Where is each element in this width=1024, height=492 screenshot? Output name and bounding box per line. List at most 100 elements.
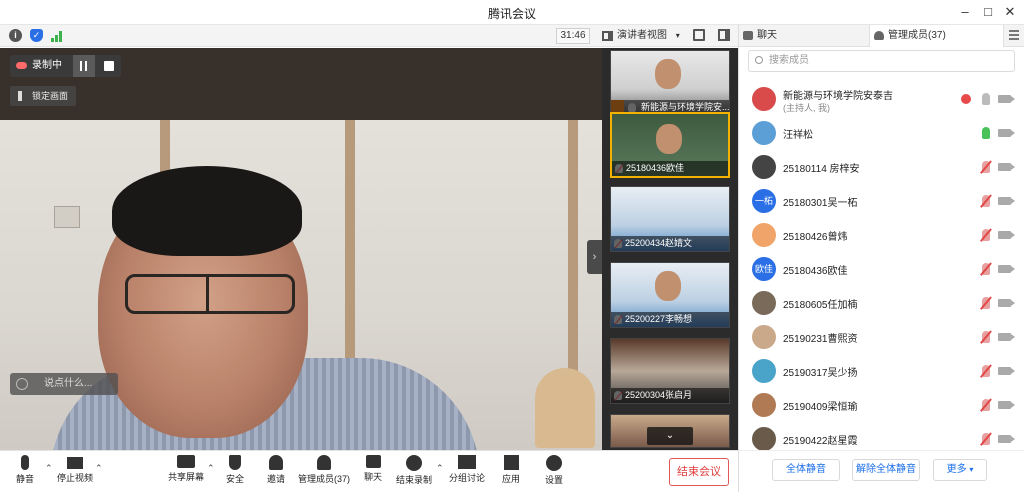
- chevron-up-icon[interactable]: ⌃: [207, 463, 215, 474]
- chat-button[interactable]: 聊天: [361, 455, 385, 483]
- member-row[interactable]: 25190317吴少扬: [739, 354, 1024, 388]
- more-button[interactable]: 更多 ▾: [933, 459, 987, 481]
- camera-icon[interactable]: [998, 435, 1015, 443]
- member-row[interactable]: 新能源与环境学院安泰吉 (主持人, 我): [739, 82, 1024, 116]
- member-name: 25180426曾炜: [783, 232, 848, 243]
- fullscreen-icon[interactable]: [693, 29, 705, 41]
- camera-icon[interactable]: [998, 299, 1015, 307]
- shield-icon[interactable]: ✓: [30, 29, 43, 42]
- recording-label: 录制中: [32, 60, 62, 71]
- microphone-icon: [21, 455, 29, 470]
- collapse-strip-button[interactable]: ›: [587, 240, 602, 274]
- chevron-up-icon[interactable]: ⌃: [45, 463, 53, 474]
- tab-members[interactable]: 管理成员(37): [869, 25, 1004, 47]
- chevron-up-icon[interactable]: ⌃: [95, 463, 103, 474]
- end-meeting-button[interactable]: 结束会议: [669, 458, 729, 486]
- microphone-icon[interactable]: [982, 93, 990, 105]
- meeting-toolbar: 静音 ⌃ 停止视频 ⌃ 共享屏幕 ⌃ 安全 邀请 管理成员(37) 聊天 结束录…: [0, 450, 738, 492]
- mic-muted-icon[interactable]: [982, 331, 990, 343]
- member-row[interactable]: 25190231曹熙资: [739, 320, 1024, 354]
- chat-input[interactable]: 说点什么...: [10, 373, 118, 395]
- participant-thumbnail[interactable]: 25180436欧佳: [610, 112, 730, 178]
- camera-icon[interactable]: [998, 95, 1015, 103]
- stop-recording-tool-button[interactable]: 结束录制: [395, 455, 433, 486]
- signal-icon[interactable]: [51, 30, 64, 42]
- mic-muted-icon[interactable]: [982, 433, 990, 445]
- camera-icon[interactable]: [998, 231, 1015, 239]
- camera-icon[interactable]: [998, 129, 1015, 137]
- mute-all-button[interactable]: 全体静音: [772, 459, 840, 481]
- mic-muted-icon[interactable]: [982, 229, 990, 241]
- meeting-timer: 31:46: [556, 28, 590, 44]
- member-row[interactable]: 欧佳 25180436欧佳: [739, 252, 1024, 286]
- member-row[interactable]: 25190409梁恒瑜: [739, 388, 1024, 422]
- apps-label: 应用: [501, 474, 520, 484]
- search-placeholder: 搜索成员: [769, 55, 809, 66]
- apps-button[interactable]: 应用: [499, 455, 523, 485]
- member-row[interactable]: 一柘 25180301吴一柘: [739, 184, 1024, 218]
- invite-label: 邀请: [266, 474, 285, 484]
- sidebar-toggle-icon[interactable]: [718, 29, 730, 41]
- member-row[interactable]: 25180605任加楠: [739, 286, 1024, 320]
- chevron-up-icon[interactable]: ⌃: [436, 463, 444, 474]
- lock-view-label: 锁定画面: [32, 91, 69, 101]
- pin-icon: [18, 91, 22, 101]
- member-row[interactable]: 汪祥松: [739, 116, 1024, 150]
- view-selector[interactable]: 演讲者视图 ▾: [601, 28, 680, 44]
- gear-icon: [546, 455, 562, 471]
- invite-button[interactable]: 邀请: [263, 455, 289, 485]
- camera-icon[interactable]: [998, 197, 1015, 205]
- scroll-down-button[interactable]: ⌄: [647, 427, 693, 445]
- info-icon[interactable]: i: [9, 29, 22, 42]
- mic-muted-icon[interactable]: [982, 297, 990, 309]
- main-video[interactable]: 录制中 锁定画面 说点什么...: [0, 48, 602, 450]
- share-screen-button[interactable]: 共享屏幕: [168, 455, 204, 483]
- participant-silhouette: [655, 59, 681, 89]
- stop-video-button[interactable]: 停止视频: [56, 455, 94, 484]
- close-icon[interactable]: ✕: [1000, 3, 1020, 21]
- member-search-input[interactable]: 搜索成员: [748, 50, 1015, 72]
- security-button[interactable]: 安全: [223, 455, 247, 485]
- mic-muted-icon[interactable]: [982, 263, 990, 275]
- participant-thumbnail[interactable]: 25200434赵婧文: [610, 186, 730, 252]
- emoji-icon[interactable]: [16, 378, 28, 390]
- participant-silhouette: [655, 271, 681, 301]
- member-row[interactable]: 25180426曾炜: [739, 218, 1024, 252]
- mic-muted-icon[interactable]: [982, 161, 990, 173]
- users-icon: [317, 455, 331, 470]
- member-row[interactable]: 25180114 房梓安: [739, 150, 1024, 184]
- camera-icon[interactable]: [998, 401, 1015, 409]
- participant-thumbnail[interactable]: 25200227李畅想: [610, 262, 730, 328]
- lock-view-button[interactable]: 锁定画面: [10, 86, 77, 106]
- avatar: [752, 87, 776, 111]
- member-name: 25180301吴一柘: [783, 198, 858, 209]
- stop-recording-button[interactable]: [98, 55, 120, 77]
- meeting-info-bar: i ✓ 31:46 演讲者视图 ▾: [0, 25, 738, 47]
- cloud-record-icon: [16, 62, 27, 69]
- manage-members-button[interactable]: 管理成员(37): [298, 455, 350, 485]
- participant-thumbnail[interactable]: 25200304张启月: [610, 338, 730, 404]
- mute-button[interactable]: 静音: [12, 455, 38, 485]
- camera-icon[interactable]: [998, 333, 1015, 341]
- mic-muted-icon[interactable]: [982, 399, 990, 411]
- microphone-icon[interactable]: [982, 127, 990, 139]
- members-panel: 聊天 管理成员(37) 搜索成员 新能源与环境学院安泰吉 (主持人, 我) 汪祥松 2…: [738, 25, 1024, 492]
- camera-icon[interactable]: [998, 163, 1015, 171]
- view-selector-label: 演讲者视图: [617, 30, 667, 41]
- mic-muted-icon[interactable]: [982, 195, 990, 207]
- pause-recording-button[interactable]: [73, 55, 95, 77]
- search-icon: [755, 56, 763, 64]
- camera-icon[interactable]: [998, 265, 1015, 273]
- tab-chat[interactable]: 聊天: [739, 25, 869, 47]
- minimize-icon[interactable]: –: [955, 3, 975, 21]
- settings-button[interactable]: 设置: [542, 455, 566, 486]
- mic-muted-icon[interactable]: [982, 365, 990, 377]
- menu-icon[interactable]: [1009, 30, 1019, 40]
- avatar: 欧佳: [752, 257, 776, 281]
- breakout-rooms-button[interactable]: 分组讨论: [449, 455, 485, 484]
- camera-icon[interactable]: [998, 367, 1015, 375]
- unmute-all-button[interactable]: 解除全体静音: [852, 459, 920, 481]
- participant-thumbnail[interactable]: 新能源与环境学院安...: [610, 50, 730, 116]
- panel-tabs: 聊天 管理成员(37): [739, 25, 1024, 47]
- maximize-icon[interactable]: □: [978, 3, 998, 21]
